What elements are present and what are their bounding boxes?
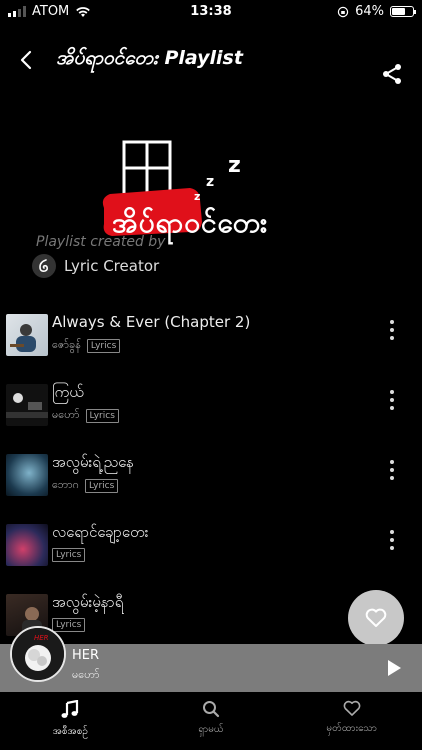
more-options-icon[interactable] — [388, 390, 396, 410]
nav-item-search[interactable]: ရှာမယ် — [141, 692, 282, 750]
now-playing-artist: မဟော် — [72, 668, 100, 681]
nav-label: မှတ်ထားသော — [326, 723, 377, 734]
sleep-z-small: z — [194, 190, 200, 203]
track-thumbnail — [6, 384, 48, 426]
search-icon — [203, 701, 220, 718]
track-row[interactable]: ကြယ် မဟော် Lyrics — [0, 380, 422, 450]
nav-item-playlist[interactable]: အစီအစဉ် — [0, 692, 141, 750]
nav-label: ရှာမယ် — [198, 724, 224, 735]
track-thumbnail — [6, 524, 48, 566]
page-title: အိပ်ရာဝင်တေး Playlist — [56, 47, 243, 69]
lyrics-badge: Lyrics — [52, 618, 86, 632]
more-options-icon[interactable] — [388, 530, 396, 550]
now-playing-art: HER — [10, 626, 66, 682]
share-icon[interactable] — [380, 62, 404, 86]
header: အိပ်ရာဝင်တေး Playlist — [0, 40, 422, 84]
track-row[interactable]: အလွမ်းရဲ့ညနေ ဘောဂ Lyrics — [0, 450, 422, 520]
favorite-button[interactable] — [348, 590, 404, 646]
track-meta: Lyrics — [52, 618, 86, 632]
bottom-nav: အစီအစဉ် ရှာမယ် မှတ်ထားသော — [0, 692, 422, 750]
sleep-z-medium: z — [206, 174, 214, 190]
lyrics-badge: Lyrics — [85, 409, 119, 423]
more-options-icon[interactable] — [388, 320, 396, 340]
play-icon[interactable] — [386, 659, 402, 677]
battery-percent: 64% — [355, 4, 384, 19]
track-thumbnail — [6, 314, 48, 356]
creator-name: Lyric Creator — [64, 257, 160, 275]
sleep-z-large: z — [228, 153, 241, 178]
creator[interactable]: Lyric Creator — [32, 254, 159, 278]
back-icon[interactable] — [14, 46, 40, 74]
creator-logo-icon — [32, 254, 56, 278]
track-title: အလွမ်းမဲ့နာရီ — [52, 593, 124, 611]
status-bar: ATOM 13:38 64% — [0, 0, 422, 22]
track-row[interactable]: လရောင်ချော့တေး Lyrics — [0, 520, 422, 590]
battery-level — [392, 8, 405, 15]
track-thumbnail — [6, 454, 48, 496]
track-meta: ဘောဂ Lyrics — [52, 478, 119, 494]
music-note-icon — [61, 700, 79, 718]
playlist-cover: z z z အိပ်ရာဝင်တေး Playlist created by L… — [0, 140, 422, 280]
nav-label: အစီအစဉ် — [52, 726, 88, 737]
track-meta: ဇော်ခွန် Lyrics — [52, 338, 121, 354]
status-right: 64% — [337, 4, 416, 19]
lyrics-badge: Lyrics — [84, 479, 119, 493]
heart-outline-icon — [365, 608, 387, 627]
track-artist: ဘောဂ — [52, 478, 79, 491]
track-row[interactable]: Always & Ever (Chapter 2) ဇော်ခွန် Lyric… — [0, 310, 422, 380]
rotation-lock-icon — [337, 6, 349, 17]
svg-text:HER: HER — [34, 634, 49, 642]
track-meta: Lyrics — [52, 548, 86, 562]
lyrics-badge: Lyrics — [86, 339, 121, 353]
lyrics-badge: Lyrics — [52, 548, 86, 562]
track-title: အလွမ်းရဲ့ညနေ — [52, 453, 134, 471]
track-title: လရောင်ချော့တေး — [52, 523, 149, 541]
track-meta: မဟော် Lyrics — [52, 408, 119, 424]
mini-player[interactable]: HER HER မဟော် — [0, 626, 422, 692]
track-artist: ဇော်ခွန် — [52, 338, 81, 351]
now-playing-title: HER — [72, 648, 100, 663]
track-title: ကြယ် — [52, 383, 84, 401]
battery-icon — [390, 6, 416, 17]
more-options-icon[interactable] — [388, 460, 396, 480]
created-by-label: Playlist created by — [36, 234, 166, 250]
heart-icon — [343, 700, 361, 716]
track-title: Always & Ever (Chapter 2) — [52, 313, 251, 331]
track-artist: မဟော် — [52, 408, 80, 421]
nav-item-favorites[interactable]: မှတ်ထားသော — [281, 692, 422, 750]
